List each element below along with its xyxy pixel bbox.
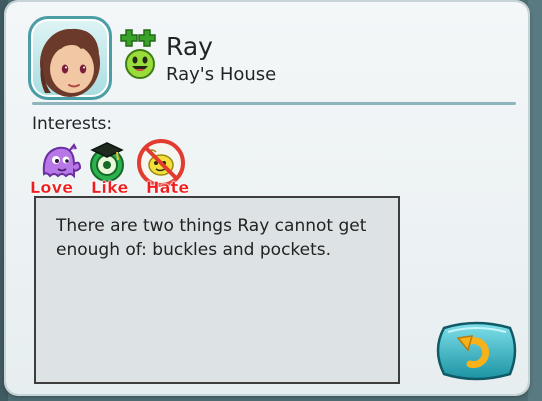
resident-name: Ray	[166, 32, 213, 61]
like-tag: Like	[91, 178, 129, 197]
hate-tag: Hate	[146, 178, 190, 197]
interests-label: Interests:	[32, 114, 113, 134]
back-button[interactable]	[434, 320, 518, 382]
mii-portrait	[28, 16, 112, 100]
background-right-edge	[528, 0, 542, 401]
resident-house: Ray's House	[166, 64, 277, 85]
description-box: There are two things Ray cannot get enou…	[34, 196, 400, 384]
profile-card: Ray Ray's House Interests: Love Like Hat…	[6, 2, 528, 394]
love-tag: Love	[30, 178, 74, 197]
green-personality-face-icon	[120, 28, 160, 80]
divider	[32, 102, 516, 105]
return-arrow-icon	[436, 321, 517, 381]
description-text: There are two things Ray cannot get enou…	[56, 216, 367, 260]
